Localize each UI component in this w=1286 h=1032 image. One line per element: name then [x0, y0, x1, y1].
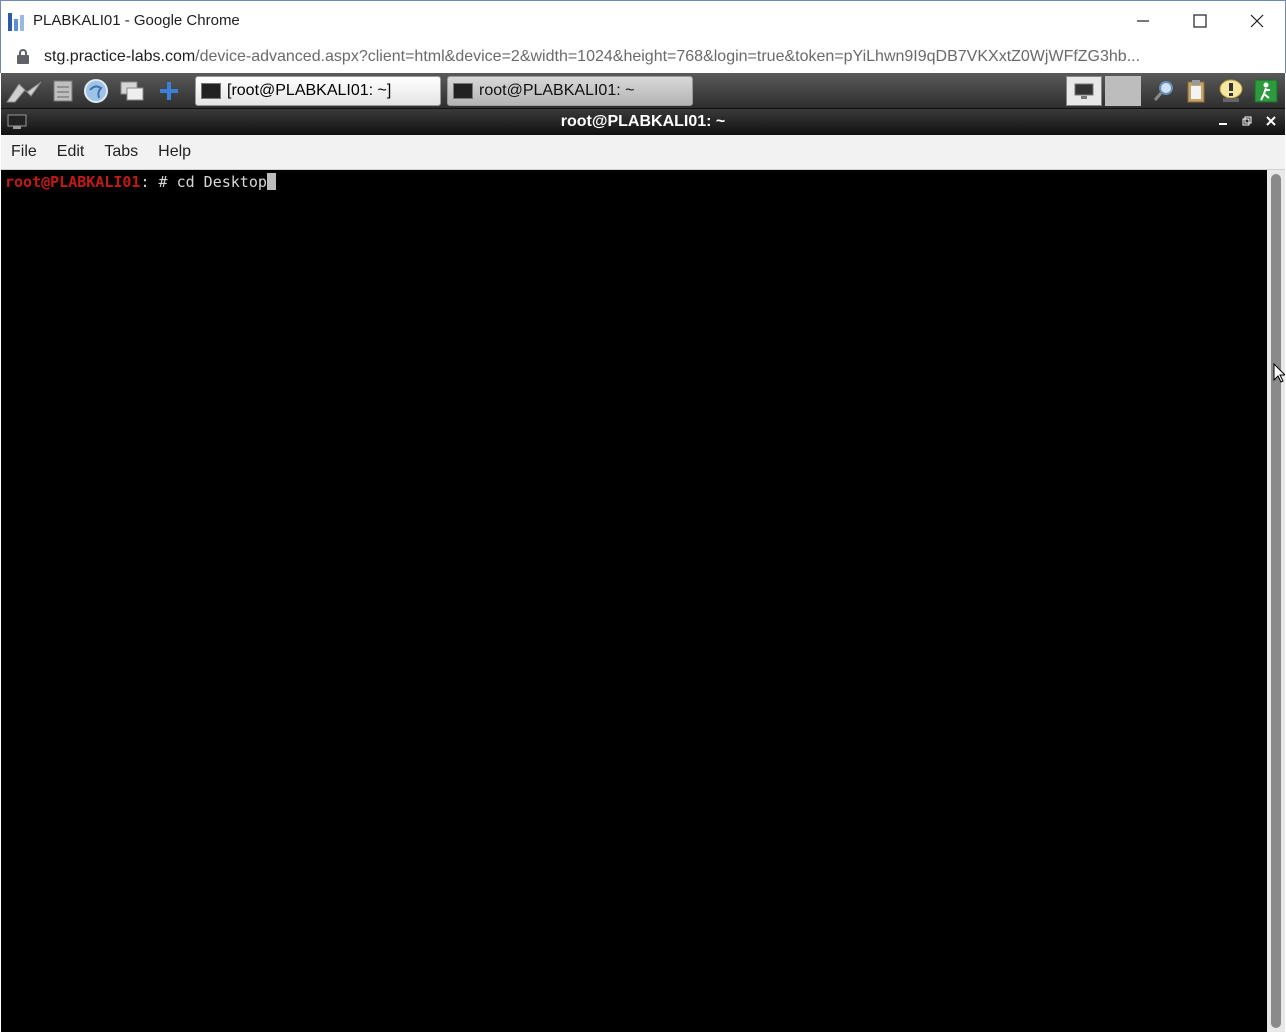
terminal-titlebar: root@PLABKALI01: ~	[1, 109, 1285, 135]
close-button[interactable]	[1228, 1, 1285, 41]
menu-tabs[interactable]: Tabs	[94, 143, 148, 161]
add-icon[interactable]	[156, 78, 182, 104]
browser-titlebar: PLABKALI01 - Google Chrome	[0, 0, 1286, 40]
address-bar[interactable]: stg.practice-labs.com/device-advanced.as…	[0, 40, 1286, 73]
menu-file[interactable]: File	[1, 143, 47, 161]
terminal-minimize-button[interactable]	[1215, 112, 1231, 130]
terminal-scrollbar[interactable]	[1267, 170, 1285, 1032]
scrollbar-thumb[interactable]	[1271, 174, 1281, 1028]
close-icon	[1266, 116, 1276, 126]
terminal-prompt-line: root@PLABKALI01: # cd Desktop	[5, 172, 276, 192]
maximize-button[interactable]	[1171, 1, 1228, 41]
menu-help[interactable]: Help	[148, 143, 201, 161]
task-label: [root@PLABKALI01: ~]	[227, 82, 392, 99]
taskbar-panel: [root@PLABKALI01: ~] root@PLABKALI01: ~	[1, 73, 1285, 109]
search-icon[interactable]	[1151, 78, 1177, 104]
terminal-icon	[201, 83, 221, 99]
terminal-icon	[453, 83, 473, 99]
taskbar-task-terminal-2[interactable]: root@PLABKALI01: ~	[447, 76, 693, 106]
app-icon	[8, 11, 26, 31]
text-cursor	[266, 173, 276, 190]
menu-edit[interactable]: Edit	[47, 143, 95, 161]
terminal-output[interactable]: root@PLABKALI01: # cd Desktop	[1, 170, 1267, 1032]
display-icon[interactable]	[1066, 76, 1102, 106]
minimize-button[interactable]	[1114, 1, 1171, 41]
browser-window-title: PLABKALI01 - Google Chrome	[33, 12, 240, 29]
terminal-close-button[interactable]	[1263, 112, 1279, 130]
maximize-icon	[1192, 14, 1207, 28]
terminal-window-icon	[7, 114, 27, 129]
window-controls	[1114, 1, 1285, 41]
workspace-icon[interactable]	[1105, 76, 1141, 106]
url-text[interactable]: stg.practice-labs.com/device-advanced.as…	[44, 48, 1259, 66]
show-desktop-icon[interactable]	[119, 78, 145, 104]
prompt-user: root@PLABKALI01	[5, 173, 141, 191]
terminal-window-title: root@PLABKALI01: ~	[560, 113, 726, 130]
url-host: stg.practice-labs.com	[44, 47, 196, 65]
terminal-window-controls	[1215, 112, 1279, 130]
restore-icon	[1242, 116, 1252, 126]
lock-icon[interactable]	[16, 48, 30, 65]
minimize-icon	[1136, 20, 1149, 22]
browser-icon[interactable]	[83, 78, 109, 104]
close-icon	[1250, 14, 1263, 28]
remote-desktop[interactable]: [root@PLABKALI01: ~] root@PLABKALI01: ~ …	[1, 73, 1285, 1032]
terminal-menubar: File Edit Tabs Help	[1, 135, 1285, 170]
url-path: /device-advanced.aspx?client=html&device…	[195, 47, 1141, 65]
file-manager-icon[interactable]	[50, 78, 76, 104]
task-label: root@PLABKALI01: ~	[479, 82, 635, 99]
command-text: cd Desktop	[176, 173, 267, 191]
terminal-restore-button[interactable]	[1239, 112, 1255, 130]
prompt-symbol: : #	[140, 173, 177, 191]
taskbar-task-terminal-1[interactable]: [root@PLABKALI01: ~]	[195, 76, 441, 106]
clipboard-icon[interactable]	[1183, 78, 1209, 104]
minimize-icon	[1219, 123, 1227, 125]
kali-menu-icon[interactable]	[5, 78, 43, 104]
logout-icon[interactable]	[1253, 78, 1279, 104]
mouse-pointer-icon	[1273, 363, 1285, 383]
alert-icon[interactable]	[1217, 78, 1243, 104]
